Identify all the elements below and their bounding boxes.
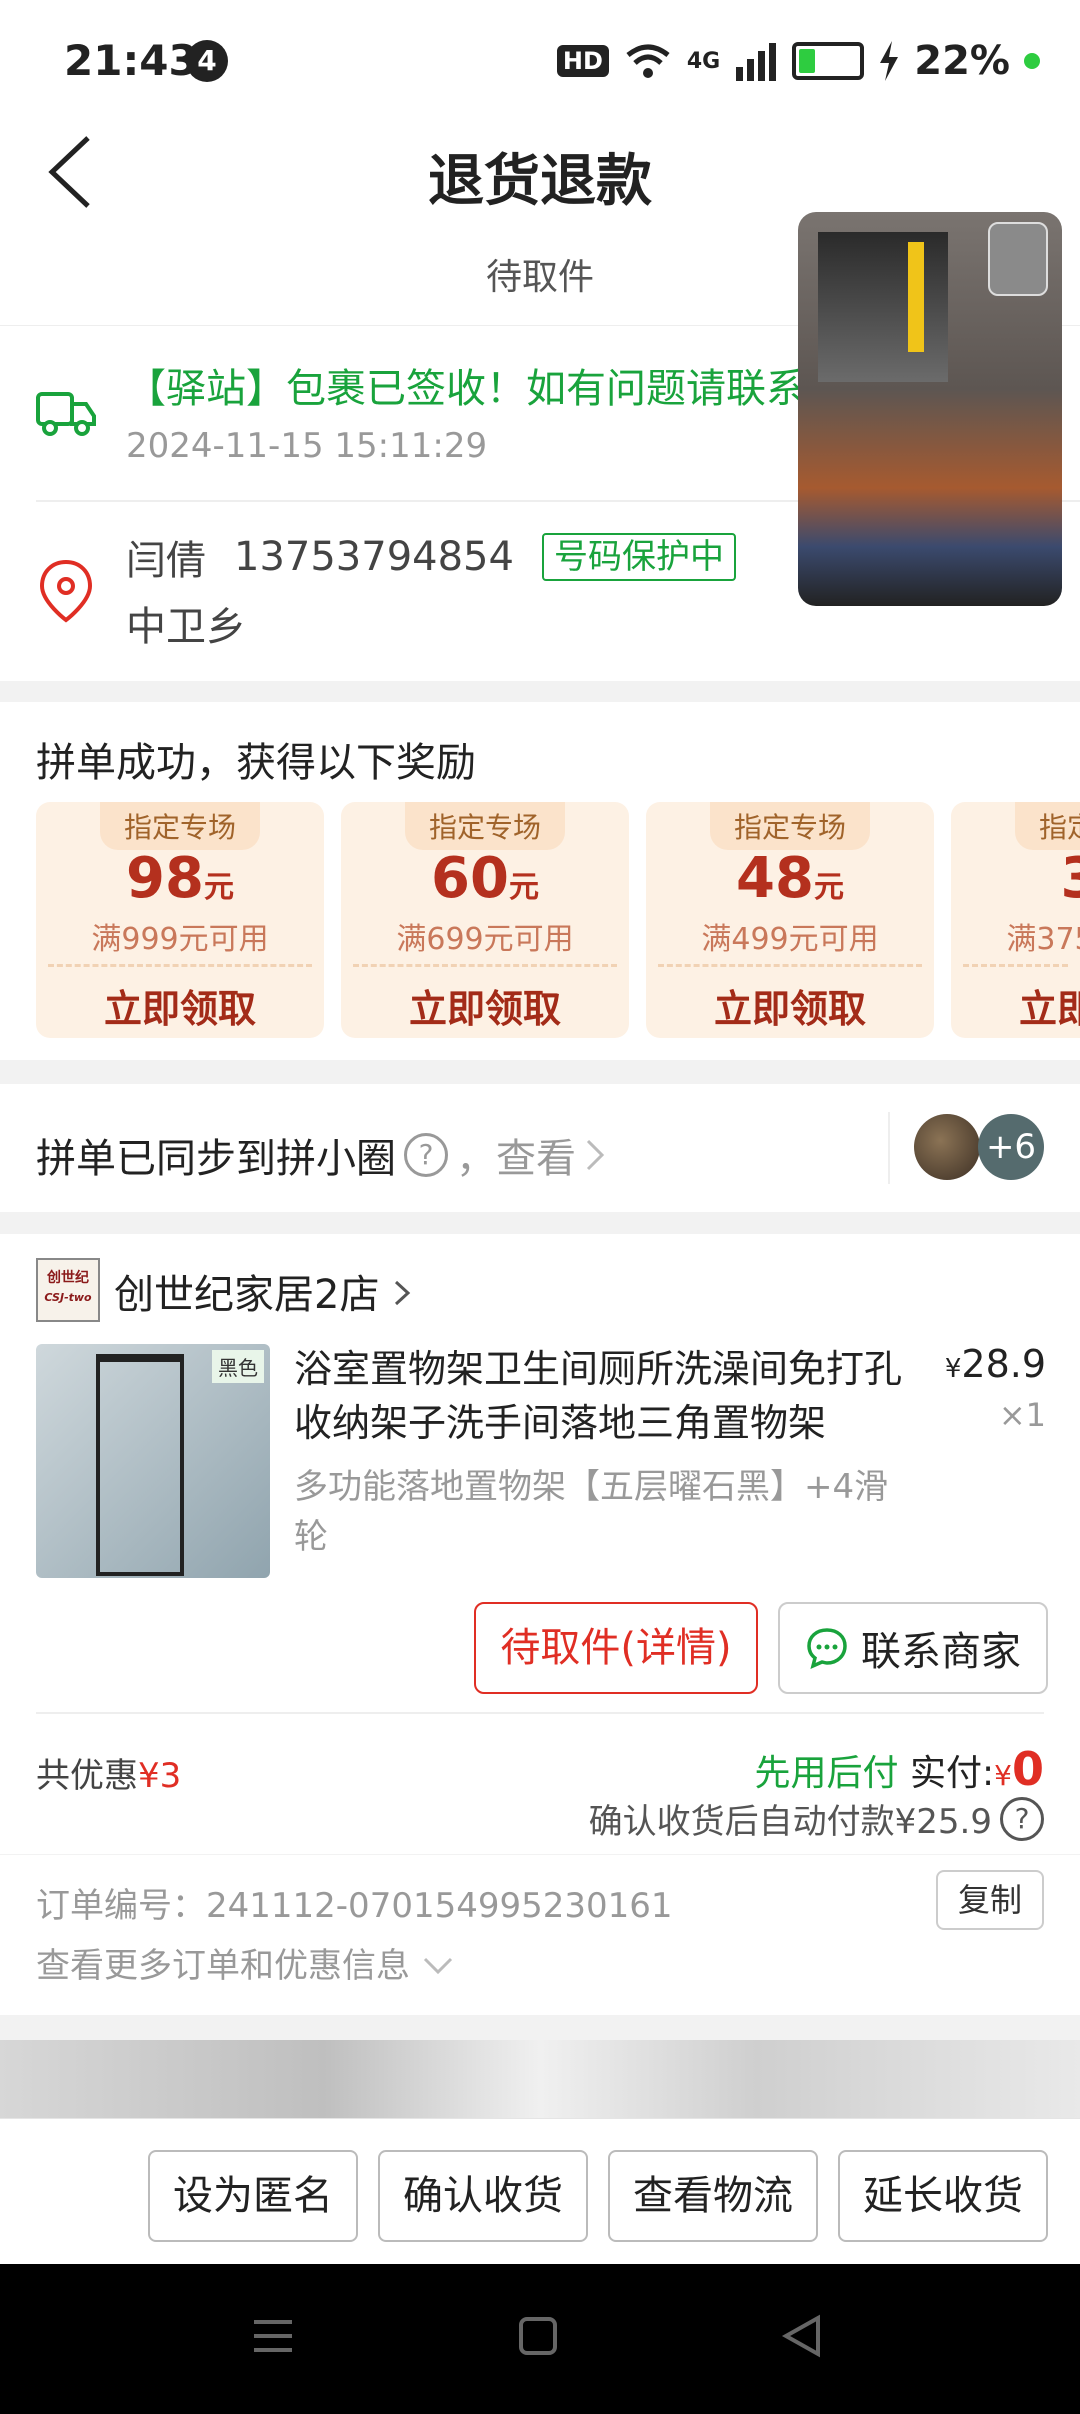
auto-pay-text: 确认收货后自动付款¥25.9 — [588, 1802, 992, 1842]
store-logo-text: 创世纪 — [47, 1270, 89, 1286]
coupon-tag: 指定专场 — [404, 802, 566, 850]
view-link[interactable]: ，查看 — [456, 1126, 576, 1184]
store-logo[interactable]: 创世纪 CSJ-two — [36, 1258, 100, 1322]
copy-button[interactable]: 复制 — [936, 1870, 1044, 1930]
pickup-details-button[interactable]: 待取件(详情) — [474, 1602, 758, 1694]
coupon-condition: 满499元可用 — [701, 922, 879, 957]
coupon-tag: 指定专场 — [99, 802, 261, 850]
coupon-divider — [658, 964, 922, 967]
coupon-condition: 满375元可用 — [1006, 922, 1080, 957]
coupon-card[interactable]: 指定专场 60元 满699元可用 立即领取 — [341, 802, 629, 1038]
claim-coupon-button[interactable]: 立即领取 — [36, 978, 324, 1033]
product-spec: 多功能落地置物架【五层曜石黑】+4滑轮 — [294, 1467, 889, 1557]
truck-icon — [36, 392, 96, 436]
auto-pay-note: 确认收货后自动付款¥25.9 ? — [589, 1794, 1044, 1843]
chevron-right-icon — [395, 1280, 411, 1306]
back-icon[interactable] — [780, 2312, 824, 2360]
notification-count-badge: 4 — [186, 40, 228, 82]
coupon-amount: 3元 — [951, 846, 1080, 911]
order-number: 订单编号：241112-070154995230161 — [36, 1886, 673, 1926]
sync-text: 拼单已同步到拼小圈 — [36, 1136, 396, 1182]
sync-text-row[interactable]: 拼单已同步到拼小圈 ? ，查看 — [36, 1126, 606, 1184]
divider — [888, 1112, 890, 1184]
anonymous-button[interactable]: 设为匿名 — [148, 2150, 358, 2242]
paid-value: 0 — [1011, 1742, 1044, 1796]
coupon-card[interactable]: 指定专场 48元 满499元可用 立即领取 — [646, 802, 934, 1038]
help-icon[interactable]: ? — [1000, 1796, 1044, 1841]
pay-later-label: 先用后付 — [754, 1753, 899, 1794]
discount-summary: 共优惠¥3 — [36, 1756, 182, 1796]
battery-icon — [792, 42, 865, 80]
hd-icon: HD — [556, 45, 609, 77]
paid-label: 实付: — [910, 1753, 995, 1794]
more-order-info-link[interactable]: 查看更多订单和优惠信息 — [36, 1938, 455, 1987]
logistics-time: 2024-11-15 15:11:29 — [126, 426, 488, 466]
video-scene-item — [908, 242, 924, 352]
coupon-card[interactable]: 指定专场 3元 满375元可用 立即领取 — [951, 802, 1080, 1038]
clock: 21:43 — [64, 36, 198, 85]
coupon-tag: 指定专场 — [1014, 802, 1080, 850]
chevron-right-icon — [586, 1139, 605, 1171]
view-logistics-button[interactable]: 查看物流 — [608, 2150, 818, 2242]
coupon-tag: 指定专场 — [709, 802, 871, 850]
status-icons: HD 4G 22% — [556, 36, 1040, 86]
network-type: 4G — [686, 48, 721, 74]
coupon-condition: 满999元可用 — [91, 922, 269, 957]
logistics-message[interactable]: 【驿站】包裹已签收！如有问题请联系 — [126, 356, 826, 414]
wifi-icon — [626, 44, 670, 78]
system-nav-bar — [0, 2264, 1080, 2414]
shelf-drawing — [96, 1354, 184, 1576]
coupon-amount: 48元 — [736, 846, 844, 911]
coupon-divider — [48, 964, 312, 967]
phone-protect-badge: 号码保护中 — [541, 533, 736, 581]
video-scene — [818, 232, 948, 382]
more-order-info-label: 查看更多订单和优惠信息 — [36, 1946, 410, 1986]
help-icon[interactable]: ? — [404, 1133, 448, 1177]
coupon-amount: 98元 — [126, 846, 234, 911]
extend-receipt-button[interactable]: 延长收货 — [838, 2150, 1048, 2242]
contact-seller-label: 联系商家 — [861, 1629, 1021, 1675]
video-self-preview[interactable] — [988, 222, 1048, 296]
product-image[interactable]: 黑色 — [36, 1344, 270, 1578]
location-pin-icon — [39, 559, 93, 623]
recipient-phone: 13753794854 — [234, 534, 514, 580]
paid-currency: ¥ — [994, 1759, 1012, 1792]
floating-video-window[interactable] — [798, 212, 1062, 606]
recipient-line: 闫倩 13753794854 号码保护中 — [126, 528, 736, 586]
signal-icon — [736, 43, 777, 81]
rewards-title: 拼单成功，获得以下奖励 — [36, 740, 476, 786]
contact-seller-button[interactable]: 联系商家 — [778, 1602, 1048, 1694]
claim-coupon-button[interactable]: 立即领取 — [646, 978, 934, 1033]
product-quantity: ×1 — [998, 1396, 1046, 1434]
menu-icon[interactable] — [250, 2314, 296, 2358]
store-logo-subtext: CSJ-two — [44, 1291, 92, 1304]
page-title: 退货退款 — [428, 149, 652, 214]
paid-summary: 先用后付 实付:¥0 — [755, 1742, 1044, 1796]
home-icon[interactable] — [516, 2314, 560, 2358]
battery-percent: 22% — [914, 38, 1010, 84]
active-dot — [1024, 53, 1040, 69]
coupon-divider — [963, 964, 1068, 967]
product-image-label: 黑色 — [212, 1350, 264, 1383]
claim-coupon-button[interactable]: 立即领取 — [341, 978, 629, 1033]
chevron-down-icon — [423, 1957, 452, 1975]
store-name: 创世纪家居2店 — [114, 1272, 380, 1318]
coupon-divider — [353, 964, 617, 967]
recommendation-banner[interactable] — [0, 2040, 1080, 2118]
coupon-condition: 满699元可用 — [396, 922, 574, 957]
coupon-card[interactable]: 指定专场 98元 满999元可用 立即领取 — [36, 802, 324, 1038]
recipient-name: 闫倩 — [126, 538, 206, 584]
recipient-address: 中卫乡 — [126, 604, 246, 650]
divider — [36, 1712, 1044, 1714]
charging-icon — [880, 41, 899, 81]
product-title[interactable]: 浴室置物架卫生间厕所洗澡间免打孔收纳架子洗手间落地三角置物架 — [294, 1342, 914, 1450]
product-price: ¥28.9 — [944, 1342, 1046, 1386]
store-name-link[interactable]: 创世纪家居2店 — [114, 1262, 412, 1320]
confirm-receipt-button[interactable]: 确认收货 — [378, 2150, 588, 2242]
chat-icon — [807, 1628, 847, 1670]
coupon-amount: 60元 — [431, 846, 539, 911]
claim-coupon-button[interactable]: 立即领取 — [951, 978, 1080, 1033]
avatar[interactable] — [914, 1114, 980, 1180]
avatar-more[interactable]: +6 — [978, 1114, 1044, 1180]
